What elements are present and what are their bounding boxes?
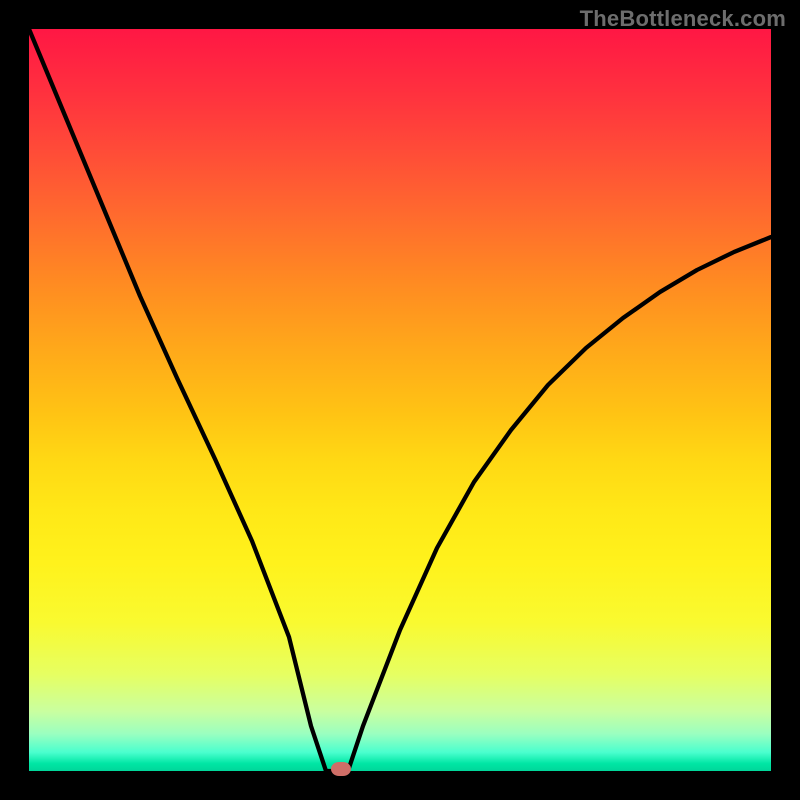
bottleneck-curve: [29, 29, 771, 771]
watermark-text: TheBottleneck.com: [580, 6, 786, 32]
plot-area: [29, 29, 771, 771]
curve-path: [29, 29, 771, 771]
chart-frame: TheBottleneck.com: [0, 0, 800, 800]
optimal-point-marker: [331, 762, 351, 776]
